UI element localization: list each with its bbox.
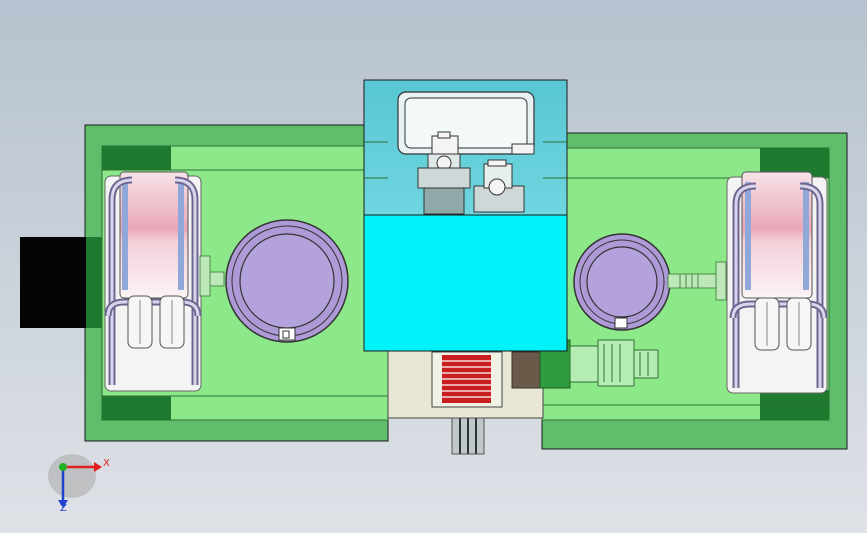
coordinate-triad-icon xyxy=(48,454,102,508)
center-lower-frame[interactable] xyxy=(387,349,544,455)
coordinate-triad: X Z xyxy=(42,450,112,515)
assembly-model[interactable] xyxy=(0,0,867,533)
left-disc[interactable] xyxy=(225,219,349,343)
right-disc[interactable] xyxy=(573,233,671,331)
z-axis-label: Z xyxy=(60,503,67,514)
center-cyan-housing[interactable] xyxy=(363,79,568,352)
left-motor[interactable] xyxy=(20,237,89,328)
x-axis-label: X xyxy=(103,458,110,469)
cad-viewport[interactable]: X Z xyxy=(0,0,867,533)
right-roller-assembly[interactable] xyxy=(726,171,828,394)
